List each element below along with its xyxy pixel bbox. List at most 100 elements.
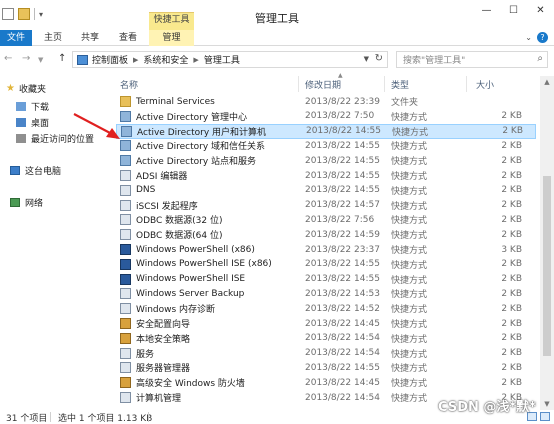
shortcut-shield-icon xyxy=(120,318,131,329)
breadcrumb-separator-icon[interactable]: ▶ xyxy=(133,56,138,64)
file-row[interactable]: Windows PowerShell (x86) 2013/8/22 23:37 快… xyxy=(116,242,536,257)
file-row[interactable]: 本地安全策略 2013/8/22 14:54 快捷方式 2 KB xyxy=(116,331,536,346)
file-name: Windows PowerShell ISE xyxy=(136,274,246,285)
status-divider xyxy=(50,412,51,422)
minimize-button[interactable]: — xyxy=(473,0,500,20)
shortcut-tool-icon xyxy=(120,184,131,196)
shortcut-tool-icon xyxy=(120,347,131,359)
file-date: 2013/8/22 14:55 xyxy=(306,126,381,137)
file-row[interactable]: Active Directory 域和信任关系 2013/8/22 14:55 快捷… xyxy=(116,138,536,153)
tab-manage[interactable]: 管理 xyxy=(149,30,194,46)
address-dropdown-icon[interactable]: ▼ xyxy=(364,55,369,63)
file-row[interactable]: Active Directory 用户和计算机 2013/8/22 14:55 快捷… xyxy=(116,123,536,139)
scroll-thumb[interactable] xyxy=(543,176,551,356)
file-row[interactable]: ODBC 数据源(64 位) 2013/8/22 14:59 快捷方式 2 KB xyxy=(116,227,536,242)
column-size[interactable]: 大小 xyxy=(476,78,494,91)
file-name: Active Directory 域和信任关系 xyxy=(136,142,266,153)
forward-button[interactable]: → xyxy=(22,53,30,64)
file-size: 2 KB xyxy=(501,200,522,211)
nav-this-pc[interactable]: 这台电脑 xyxy=(10,164,61,177)
recent-places-icon xyxy=(16,134,26,143)
breadcrumb-admin-tools[interactable]: 管理工具 xyxy=(204,53,240,66)
file-row[interactable]: Windows PowerShell ISE 2013/8/22 14:55 快捷方… xyxy=(116,272,536,287)
file-row[interactable]: iSCSI 发起程序 2013/8/22 14:57 快捷方式 2 KB xyxy=(116,198,536,213)
file-row[interactable]: 安全配置向导 2013/8/22 14:45 快捷方式 2 KB xyxy=(116,316,536,331)
column-name[interactable]: 名称 xyxy=(120,78,138,91)
ribbon-tab-bar: 文件 主页 共享 查看 管理 ⌄ ? xyxy=(0,30,554,46)
search-input[interactable]: 搜索"管理工具" ⌕ xyxy=(396,51,548,68)
nav-favorites[interactable]: ★ 收藏夹 xyxy=(6,82,46,95)
downloads-icon xyxy=(16,102,26,111)
shortcut-tool-icon xyxy=(120,214,131,226)
file-row[interactable]: Windows Server Backup 2013/8/22 14:53 快捷方式… xyxy=(116,286,536,301)
help-icon[interactable]: ? xyxy=(537,32,548,43)
file-name: 本地安全策略 xyxy=(136,334,191,345)
file-name: Active Directory 管理中心 xyxy=(136,112,248,123)
scroll-down-icon[interactable]: ▼ xyxy=(540,398,554,410)
file-row[interactable]: 服务 2013/8/22 14:54 快捷方式 2 KB xyxy=(116,346,536,361)
window-title: 管理工具 xyxy=(255,12,299,25)
column-divider[interactable] xyxy=(466,76,467,92)
file-row[interactable]: DNS 2013/8/22 14:55 快捷方式 2 KB xyxy=(116,183,536,198)
file-type: 快捷方式 xyxy=(391,231,428,242)
up-button[interactable]: ↑ xyxy=(58,53,66,64)
desktop-icon xyxy=(16,118,26,127)
file-type: 快捷方式 xyxy=(391,305,428,316)
file-row[interactable]: 服务器管理器 2013/8/22 14:55 快捷方式 2 KB xyxy=(116,360,536,375)
tab-share[interactable]: 共享 xyxy=(77,30,103,46)
file-size: 2 KB xyxy=(501,348,522,359)
file-type: 快捷方式 xyxy=(391,246,428,256)
vertical-scrollbar[interactable]: ▲ ▼ xyxy=(540,76,554,410)
nav-favorites-label: 收藏夹 xyxy=(18,85,46,95)
back-button[interactable]: ← xyxy=(4,53,12,64)
breadcrumb-control-panel[interactable]: 控制面板 xyxy=(92,53,128,66)
nav-downloads[interactable]: 下载 xyxy=(16,100,49,113)
column-divider[interactable] xyxy=(298,76,299,92)
nav-network[interactable]: 网络 xyxy=(10,196,43,209)
file-date: 2013/8/22 23:37 xyxy=(305,244,380,255)
breadcrumb-separator-icon[interactable]: ▶ xyxy=(193,56,198,64)
file-row[interactable]: ODBC 数据源(32 位) 2013/8/22 7:56 快捷方式 2 KB xyxy=(116,212,536,227)
file-date: 2013/8/22 14:57 xyxy=(305,200,380,211)
breadcrumb-system-security[interactable]: 系统和安全 xyxy=(143,53,188,66)
file-size: 2 KB xyxy=(501,170,522,181)
large-icons-view-icon[interactable] xyxy=(540,412,550,421)
file-row[interactable]: Windows PowerShell ISE (x86) 2013/8/22 14… xyxy=(116,257,536,272)
recent-locations-icon[interactable]: ▼ xyxy=(38,56,43,64)
scroll-up-icon[interactable]: ▲ xyxy=(540,76,554,88)
file-type: 快捷方式 xyxy=(391,364,428,375)
tab-file[interactable]: 文件 xyxy=(0,30,32,46)
file-row[interactable]: Active Directory 管理中心 2013/8/22 7:50 快捷方式 2… xyxy=(116,109,536,124)
search-icon[interactable]: ⌕ xyxy=(537,53,543,64)
shortcut-tool-icon xyxy=(120,229,131,241)
file-type: 快捷方式 xyxy=(391,201,428,212)
shortcut-tool-icon xyxy=(120,303,131,315)
file-name: Windows Server Backup xyxy=(136,288,245,299)
expand-ribbon-icon[interactable]: ⌄ xyxy=(525,33,532,42)
file-type: 快捷方式 xyxy=(391,275,428,286)
file-name: DNS xyxy=(136,185,156,196)
file-row[interactable]: ADSI 编辑器 2013/8/22 14:55 快捷方式 2 KB xyxy=(116,168,536,183)
control-panel-icon xyxy=(77,54,88,65)
file-type: 快捷方式 xyxy=(391,216,428,227)
file-type: 快捷方式 xyxy=(391,334,428,345)
file-row[interactable]: Active Directory 站点和服务 2013/8/22 14:55 快捷方… xyxy=(116,153,536,168)
address-bar[interactable]: 控制面板 ▶ 系统和安全 ▶ 管理工具 ▼ ↻ xyxy=(72,51,388,68)
close-button[interactable]: ✕ xyxy=(527,0,554,20)
file-name: 计算机管理 xyxy=(136,394,182,404)
shortcut-tool-icon xyxy=(120,170,131,181)
file-size: 2 KB xyxy=(501,185,522,196)
file-name: 高级安全 Windows 防火墙 xyxy=(136,379,245,390)
tab-home[interactable]: 主页 xyxy=(40,30,66,46)
tab-view[interactable]: 查看 xyxy=(115,30,141,46)
column-type[interactable]: 类型 xyxy=(391,78,409,91)
maximize-button[interactable]: ☐ xyxy=(500,0,527,20)
refresh-icon[interactable]: ↻ xyxy=(375,53,383,64)
file-date: 2013/8/22 14:55 xyxy=(305,259,380,270)
column-date[interactable]: 修改日期 xyxy=(305,78,341,91)
nav-desktop[interactable]: 桌面 xyxy=(16,116,49,129)
file-row[interactable]: Terminal Services 2013/8/22 23:39 文件夹 xyxy=(116,94,536,109)
column-divider[interactable] xyxy=(384,76,385,92)
file-row[interactable]: 高级安全 Windows 防火墙 2013/8/22 14:45 快捷方式 2 KB xyxy=(116,375,536,390)
file-row[interactable]: Windows 内存诊断 2013/8/22 14:52 快捷方式 2 KB xyxy=(116,301,536,316)
